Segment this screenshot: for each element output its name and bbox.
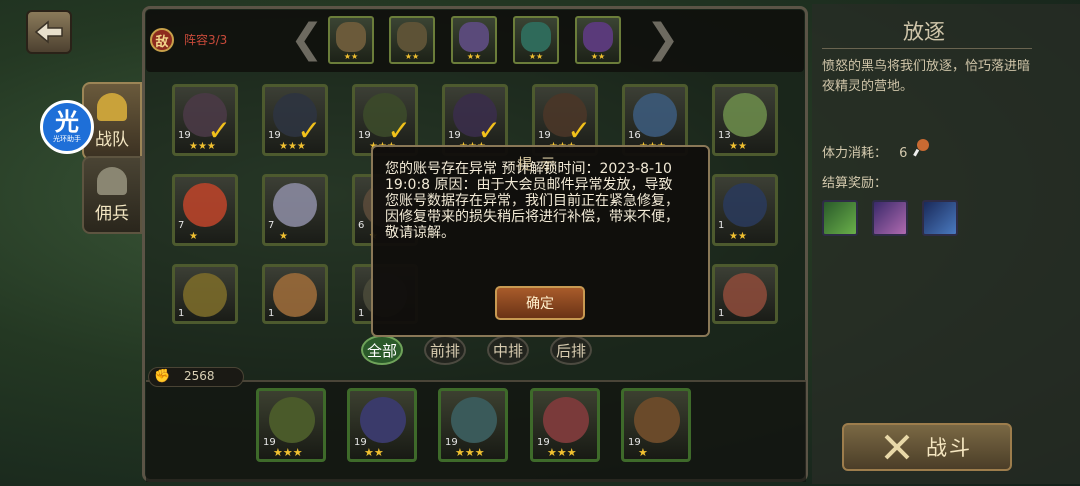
hero-stars: ★★★: [547, 446, 577, 459]
hero-card[interactable]: 1: [712, 264, 778, 324]
enemy-slot[interactable]: ★★: [389, 16, 435, 64]
hero-stars: ★★: [729, 231, 747, 242]
enemy-stars: ★★: [466, 52, 482, 61]
power-icon: ✊: [154, 369, 171, 384]
hero-level: 1: [178, 308, 185, 319]
hero-level: 7: [178, 220, 185, 231]
helper-badge[interactable]: 光 光环助手: [40, 100, 94, 154]
arrow-left-icon[interactable]: ❮: [290, 14, 324, 64]
enemy-stars: ★★: [404, 52, 420, 61]
hero-level: 19: [178, 130, 191, 141]
team-slot[interactable]: 19 ★★★: [530, 388, 600, 462]
back-button[interactable]: [26, 10, 72, 54]
enemy-slot[interactable]: ★★: [451, 16, 497, 64]
filter-middle[interactable]: 中排: [487, 335, 529, 365]
stage-description: 愤怒的黑鸟将我们放逐，恰巧落进暗夜精灵的营地。: [822, 59, 1031, 94]
reward-item-staff-icon[interactable]: [922, 200, 958, 236]
dialog-message: 您的账号存在异常 预计解锁时间：2023-8-10 19:0:8 原因：由于大会…: [385, 161, 679, 241]
meat-icon: [912, 138, 930, 163]
hero-stars: ★: [189, 231, 198, 242]
hero-level: 6: [358, 220, 365, 231]
lineup-count: 阵容3/3: [184, 33, 228, 47]
enemy-slot[interactable]: ★★: [513, 16, 559, 64]
enemy-slot[interactable]: ★★: [328, 16, 374, 64]
hero-level: 13: [718, 130, 731, 141]
selected-check-icon: ✓: [207, 114, 231, 147]
hero-level: 7: [268, 220, 275, 231]
selected-check-icon: ✓: [387, 114, 411, 147]
enemy-stars: ★★: [528, 52, 544, 61]
hero-level: 1: [358, 308, 365, 319]
hero-stars: ★★★: [273, 446, 303, 459]
hero-level: 1: [268, 308, 275, 319]
selected-check-icon: ✓: [297, 114, 321, 147]
enemy-stars: ★★: [343, 52, 359, 61]
stamina-value: 6: [899, 146, 908, 161]
hero-card[interactable]: 7 ★: [262, 174, 328, 246]
enemy-stars: ★★: [590, 52, 606, 61]
arrow-right-icon[interactable]: ❯: [646, 14, 680, 64]
reward-item-scroll-icon[interactable]: [872, 200, 908, 236]
power-value: 2568: [184, 369, 215, 383]
selected-check-icon: ✓: [477, 114, 501, 147]
battle-button[interactable]: 战斗: [842, 423, 1012, 471]
stamina-label: 体力消耗：: [822, 146, 888, 161]
hero-card[interactable]: 1: [262, 264, 328, 324]
helper-logo: 光: [55, 108, 79, 136]
tab-mercenary[interactable]: 佣兵: [82, 156, 142, 234]
hero-stars: ★★★: [455, 446, 485, 459]
hero-stars: ★★: [729, 141, 747, 152]
back-arrow-icon: [34, 20, 63, 44]
enemy-slot[interactable]: ★★: [575, 16, 621, 64]
team-slot[interactable]: 19 ★★★: [256, 388, 326, 462]
stage-title: 放逐: [903, 20, 945, 44]
hero-card[interactable]: 1: [172, 264, 238, 324]
hero-level: 19: [448, 130, 461, 141]
hero-card[interactable]: 19 ★★★ ✓: [172, 84, 238, 156]
team-slot[interactable]: 19 ★: [621, 388, 691, 462]
enemy-badge: 敌: [150, 28, 174, 52]
hero-card[interactable]: 19 ★★★ ✓: [262, 84, 328, 156]
team-slot[interactable]: 19 ★★★: [438, 388, 508, 462]
hero-level: 16: [628, 130, 641, 141]
hero-stars: ★: [279, 231, 288, 242]
filter-back[interactable]: 后排: [550, 335, 592, 365]
helper-label: 光环助手: [53, 135, 81, 143]
hero-stars: ★: [638, 446, 648, 459]
team-slot[interactable]: 19 ★★: [347, 388, 417, 462]
hero-card[interactable]: 7 ★: [172, 174, 238, 246]
tab-merc-label: 佣兵: [95, 204, 129, 224]
hero-card[interactable]: 1 ★★: [712, 174, 778, 246]
selected-check-icon: ✓: [567, 114, 591, 147]
filter-front[interactable]: 前排: [424, 335, 466, 365]
confirm-button[interactable]: 确定: [495, 286, 585, 320]
crossed-swords-icon: [884, 434, 910, 460]
filter-all[interactable]: 全部: [361, 335, 403, 365]
helmet-icon: [97, 93, 127, 121]
reward-label: 结算奖励：: [822, 176, 888, 191]
hero-level: 19: [268, 130, 281, 141]
hero-level: 1: [718, 220, 725, 231]
helmet-icon: [97, 167, 127, 195]
stamina-cost: 体力消耗： 6: [822, 142, 907, 161]
hero-level: 1: [718, 308, 725, 319]
hero-stars: ★★: [364, 446, 384, 459]
tab-team-label: 战队: [95, 130, 129, 150]
battle-label: 战斗: [926, 436, 972, 460]
hero-card[interactable]: 13 ★★: [712, 84, 778, 156]
divider: [822, 48, 1032, 49]
reward-item-sword-icon[interactable]: [822, 200, 858, 236]
hero-level: 19: [358, 130, 371, 141]
hero-level: 19: [538, 130, 551, 141]
